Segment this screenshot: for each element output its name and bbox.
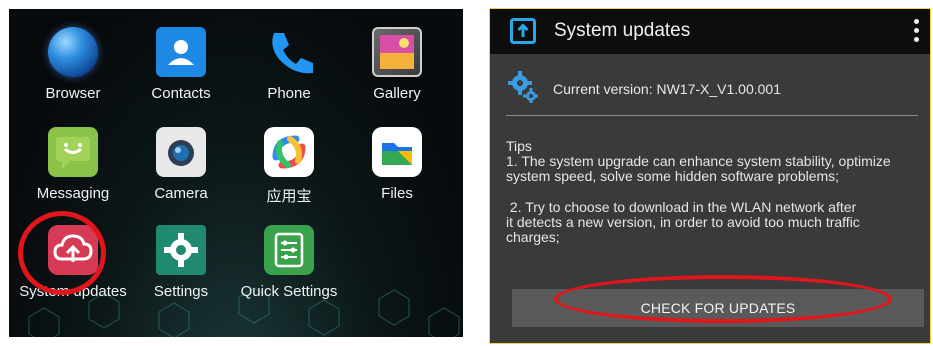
app-camera[interactable]: Camera (121, 127, 241, 202)
app-quick-settings[interactable]: Quick Settings (229, 225, 349, 300)
current-version: Current version: NW17-X_V1.00.001 (553, 81, 781, 97)
current-version-row: Current version: NW17-X_V1.00.001 (508, 71, 928, 107)
app-label: Camera (154, 185, 208, 202)
quick-settings-icon (264, 225, 314, 275)
app-label: Browser (45, 85, 101, 102)
app-gallery[interactable]: Gallery (337, 27, 457, 102)
tips-text: Tips 1. The system upgrade can enhance s… (506, 139, 926, 245)
tips-scroll-area[interactable]: Tips 1. The system upgrade can enhance s… (490, 137, 930, 257)
gear-icon (156, 225, 206, 275)
system-update-icon (510, 18, 536, 44)
settings-gears-icon (508, 71, 538, 103)
highlight-ring-check-button (554, 275, 892, 323)
messaging-icon (48, 127, 98, 177)
divider (506, 115, 918, 116)
app-label: 应用宝 (266, 188, 312, 205)
tip-1-line-1: 1. The system upgrade can enhance system… (506, 153, 891, 169)
app-bar: System updates (490, 9, 930, 54)
app-store-icon (264, 127, 314, 177)
phone-icon (264, 27, 314, 77)
contacts-icon (156, 27, 206, 77)
app-contacts[interactable]: Contacts (121, 27, 241, 102)
app-label: Files (381, 185, 413, 202)
app-browser[interactable]: Browser (13, 27, 133, 102)
gallery-icon (372, 27, 422, 77)
app-label: Settings (153, 283, 209, 300)
camera-icon (156, 127, 206, 177)
app-yingyongbao[interactable]: 应用宝 (229, 127, 349, 206)
app-files[interactable]: Files (337, 127, 457, 202)
app-label: Phone (267, 85, 311, 102)
tip-2-line-1: 2. Try to choose to download in the WLAN… (506, 199, 857, 215)
tip-2-line-2: it detects a new version, in order to av… (506, 214, 860, 230)
highlight-ring-system-updates (18, 211, 106, 295)
app-label: Contacts (151, 85, 211, 102)
page-title: System updates (554, 20, 691, 41)
overflow-menu-icon[interactable] (914, 19, 920, 45)
app-messaging[interactable]: Messaging (13, 127, 133, 202)
tips-heading: Tips (506, 138, 532, 154)
app-label: Quick Settings (240, 283, 338, 300)
app-settings[interactable]: Settings (121, 225, 241, 300)
globe-icon (48, 27, 98, 77)
files-icon (372, 127, 422, 177)
app-label: Messaging (36, 185, 110, 202)
tip-2-line-3: charges; (506, 229, 560, 245)
app-label: Gallery (373, 85, 421, 102)
app-phone[interactable]: Phone (229, 27, 349, 102)
tip-1-line-2: system speed, solve some hidden software… (506, 168, 840, 184)
